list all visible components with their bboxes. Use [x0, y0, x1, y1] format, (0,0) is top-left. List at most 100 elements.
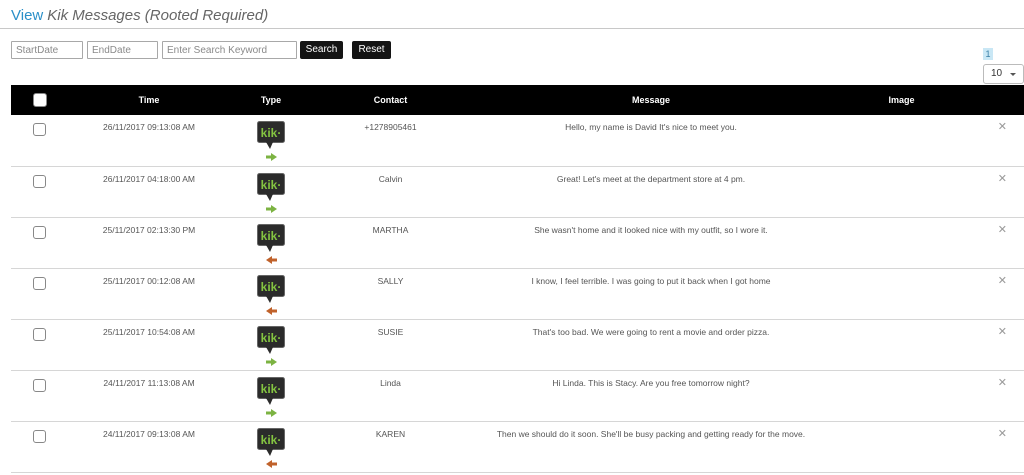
- close-icon[interactable]: ✕: [970, 370, 1024, 421]
- svg-text:kik·: kik·: [261, 178, 282, 192]
- message-type: kik·: [230, 319, 312, 370]
- column-header-image[interactable]: Image: [833, 85, 970, 115]
- table-header-row: Time Type Contact Message Image: [11, 85, 1024, 115]
- message-time: 24/11/2017 09:13:08 AM: [102, 428, 195, 439]
- row-checkbox[interactable]: [33, 327, 46, 341]
- row-checkbox[interactable]: [33, 378, 46, 392]
- kik-logo-icon: kik·: [257, 427, 285, 458]
- column-header-actions: [970, 85, 1024, 115]
- message-image: [833, 166, 970, 217]
- message-time: 25/11/2017 10:54:08 AM: [102, 326, 195, 337]
- svg-text:kik·: kik·: [261, 331, 282, 345]
- search-keyword-input[interactable]: [162, 41, 297, 59]
- message-image: [833, 370, 970, 421]
- arrow-right-icon: [265, 204, 277, 213]
- message-type: kik·: [230, 370, 312, 421]
- view-link[interactable]: View: [11, 7, 43, 24]
- message-text: Great! Let's meet at the department stor…: [556, 173, 746, 184]
- arrow-left-icon: [265, 459, 277, 468]
- page-title: View Kik Messages (Rooted Required): [11, 7, 268, 24]
- message-time: 25/11/2017 02:13:30 PM: [102, 224, 196, 235]
- message-image: [833, 319, 970, 370]
- page-size-value: 10: [991, 68, 1003, 79]
- message-text: She wasn't home and it looked nice with …: [534, 224, 768, 235]
- message-type: kik·: [230, 115, 312, 166]
- column-header-type[interactable]: Type: [230, 85, 312, 115]
- message-text: Hello, my name is David It's nice to mee…: [565, 122, 737, 132]
- message-image: [833, 217, 970, 268]
- close-icon[interactable]: ✕: [970, 319, 1024, 370]
- message-time: 26/11/2017 09:13:08 AM: [102, 122, 195, 132]
- current-page-badge[interactable]: 1: [983, 48, 993, 60]
- close-icon[interactable]: ✕: [970, 268, 1024, 319]
- page-header: View Kik Messages (Rooted Required): [0, 0, 1024, 29]
- end-date-input[interactable]: [87, 41, 158, 59]
- arrow-left-icon: [265, 306, 277, 315]
- svg-text:kik·: kik·: [261, 126, 282, 140]
- message-text: Hi Linda. This is Stacy. Are you free to…: [552, 377, 750, 388]
- message-contact: Calvin: [378, 173, 403, 184]
- svg-text:kik·: kik·: [261, 229, 282, 243]
- close-icon[interactable]: ✕: [970, 217, 1024, 268]
- svg-text:kik·: kik·: [261, 433, 282, 447]
- message-type: kik·: [230, 421, 312, 472]
- table-row: 25/11/2017 10:54:08 AM kik· SUSIE That's to…: [11, 319, 1024, 370]
- row-select-cell: [11, 268, 68, 319]
- row-select-cell: [11, 217, 68, 268]
- row-select-cell: [11, 166, 68, 217]
- message-image: [833, 421, 970, 472]
- kik-logo-icon: kik·: [257, 172, 285, 203]
- message-time: 24/11/2017 11:13:08 AM: [103, 377, 195, 388]
- messages-table: Time Type Contact Message Image 26/11/20…: [11, 85, 1024, 473]
- chevron-down-icon: [1010, 73, 1016, 76]
- column-header-contact[interactable]: Contact: [312, 85, 469, 115]
- row-checkbox[interactable]: [33, 174, 46, 188]
- message-contact: KAREN: [375, 428, 406, 439]
- kik-logo-icon: kik·: [257, 376, 285, 407]
- message-text: I know, I feel terrible. I was going to …: [531, 275, 771, 286]
- message-contact: Linda: [380, 377, 401, 388]
- column-header-time[interactable]: Time: [68, 85, 230, 115]
- select-all-checkbox[interactable]: [32, 93, 47, 107]
- kik-logo-icon: kik·: [257, 223, 285, 254]
- table-row: 26/11/2017 09:13:08 AM kik· +1278905461 Hel…: [11, 115, 1024, 166]
- row-checkbox[interactable]: [33, 429, 46, 443]
- message-contact: MARTHA: [372, 224, 409, 235]
- column-header-message[interactable]: Message: [469, 85, 833, 115]
- arrow-right-icon: [265, 153, 277, 161]
- table-row: 24/11/2017 09:13:08 AM kik· KAREN Then we s…: [11, 421, 1024, 472]
- message-time: 25/11/2017 00:12:08 AM: [102, 275, 195, 286]
- table-row: 25/11/2017 02:13:30 PM kik· MARTHA She wasn…: [11, 217, 1024, 268]
- search-button[interactable]: Search: [300, 41, 343, 59]
- row-checkbox[interactable]: [33, 225, 46, 239]
- page-title-text: Kik Messages (Rooted Required): [47, 7, 269, 24]
- reset-button[interactable]: Reset: [352, 41, 391, 59]
- message-type: kik·: [230, 217, 312, 268]
- page-size-select[interactable]: 10: [983, 64, 1024, 84]
- kik-logo-icon: kik·: [257, 121, 285, 151]
- arrow-left-icon: [265, 255, 277, 264]
- message-text: Then we should do it soon. She'll be bus…: [496, 428, 806, 439]
- svg-text:kik·: kik·: [261, 280, 282, 294]
- close-icon[interactable]: ✕: [970, 115, 1024, 166]
- table-row: 25/11/2017 00:12:08 AM kik· SALLY I know, I…: [11, 268, 1024, 319]
- row-checkbox[interactable]: [33, 276, 46, 290]
- row-checkbox[interactable]: [33, 123, 46, 136]
- message-contact: SALLY: [377, 275, 404, 286]
- message-image: [833, 268, 970, 319]
- start-date-input[interactable]: [11, 41, 83, 59]
- kik-logo-icon: kik·: [257, 325, 285, 356]
- row-select-cell: [11, 319, 68, 370]
- table-row: 24/11/2017 11:13:08 AM kik· Linda Hi Linda.…: [11, 370, 1024, 421]
- message-type: kik·: [230, 166, 312, 217]
- message-image: [833, 115, 970, 166]
- message-type: kik·: [230, 268, 312, 319]
- row-select-cell: [11, 370, 68, 421]
- close-icon[interactable]: ✕: [970, 421, 1024, 472]
- arrow-right-icon: [265, 357, 277, 366]
- table-row: 26/11/2017 04:18:00 AM kik· Calvin Great! L…: [11, 166, 1024, 217]
- close-icon[interactable]: ✕: [970, 166, 1024, 217]
- row-select-cell: [11, 115, 68, 166]
- arrow-right-icon: [265, 408, 277, 417]
- message-time: 26/11/2017 04:18:00 AM: [102, 173, 195, 184]
